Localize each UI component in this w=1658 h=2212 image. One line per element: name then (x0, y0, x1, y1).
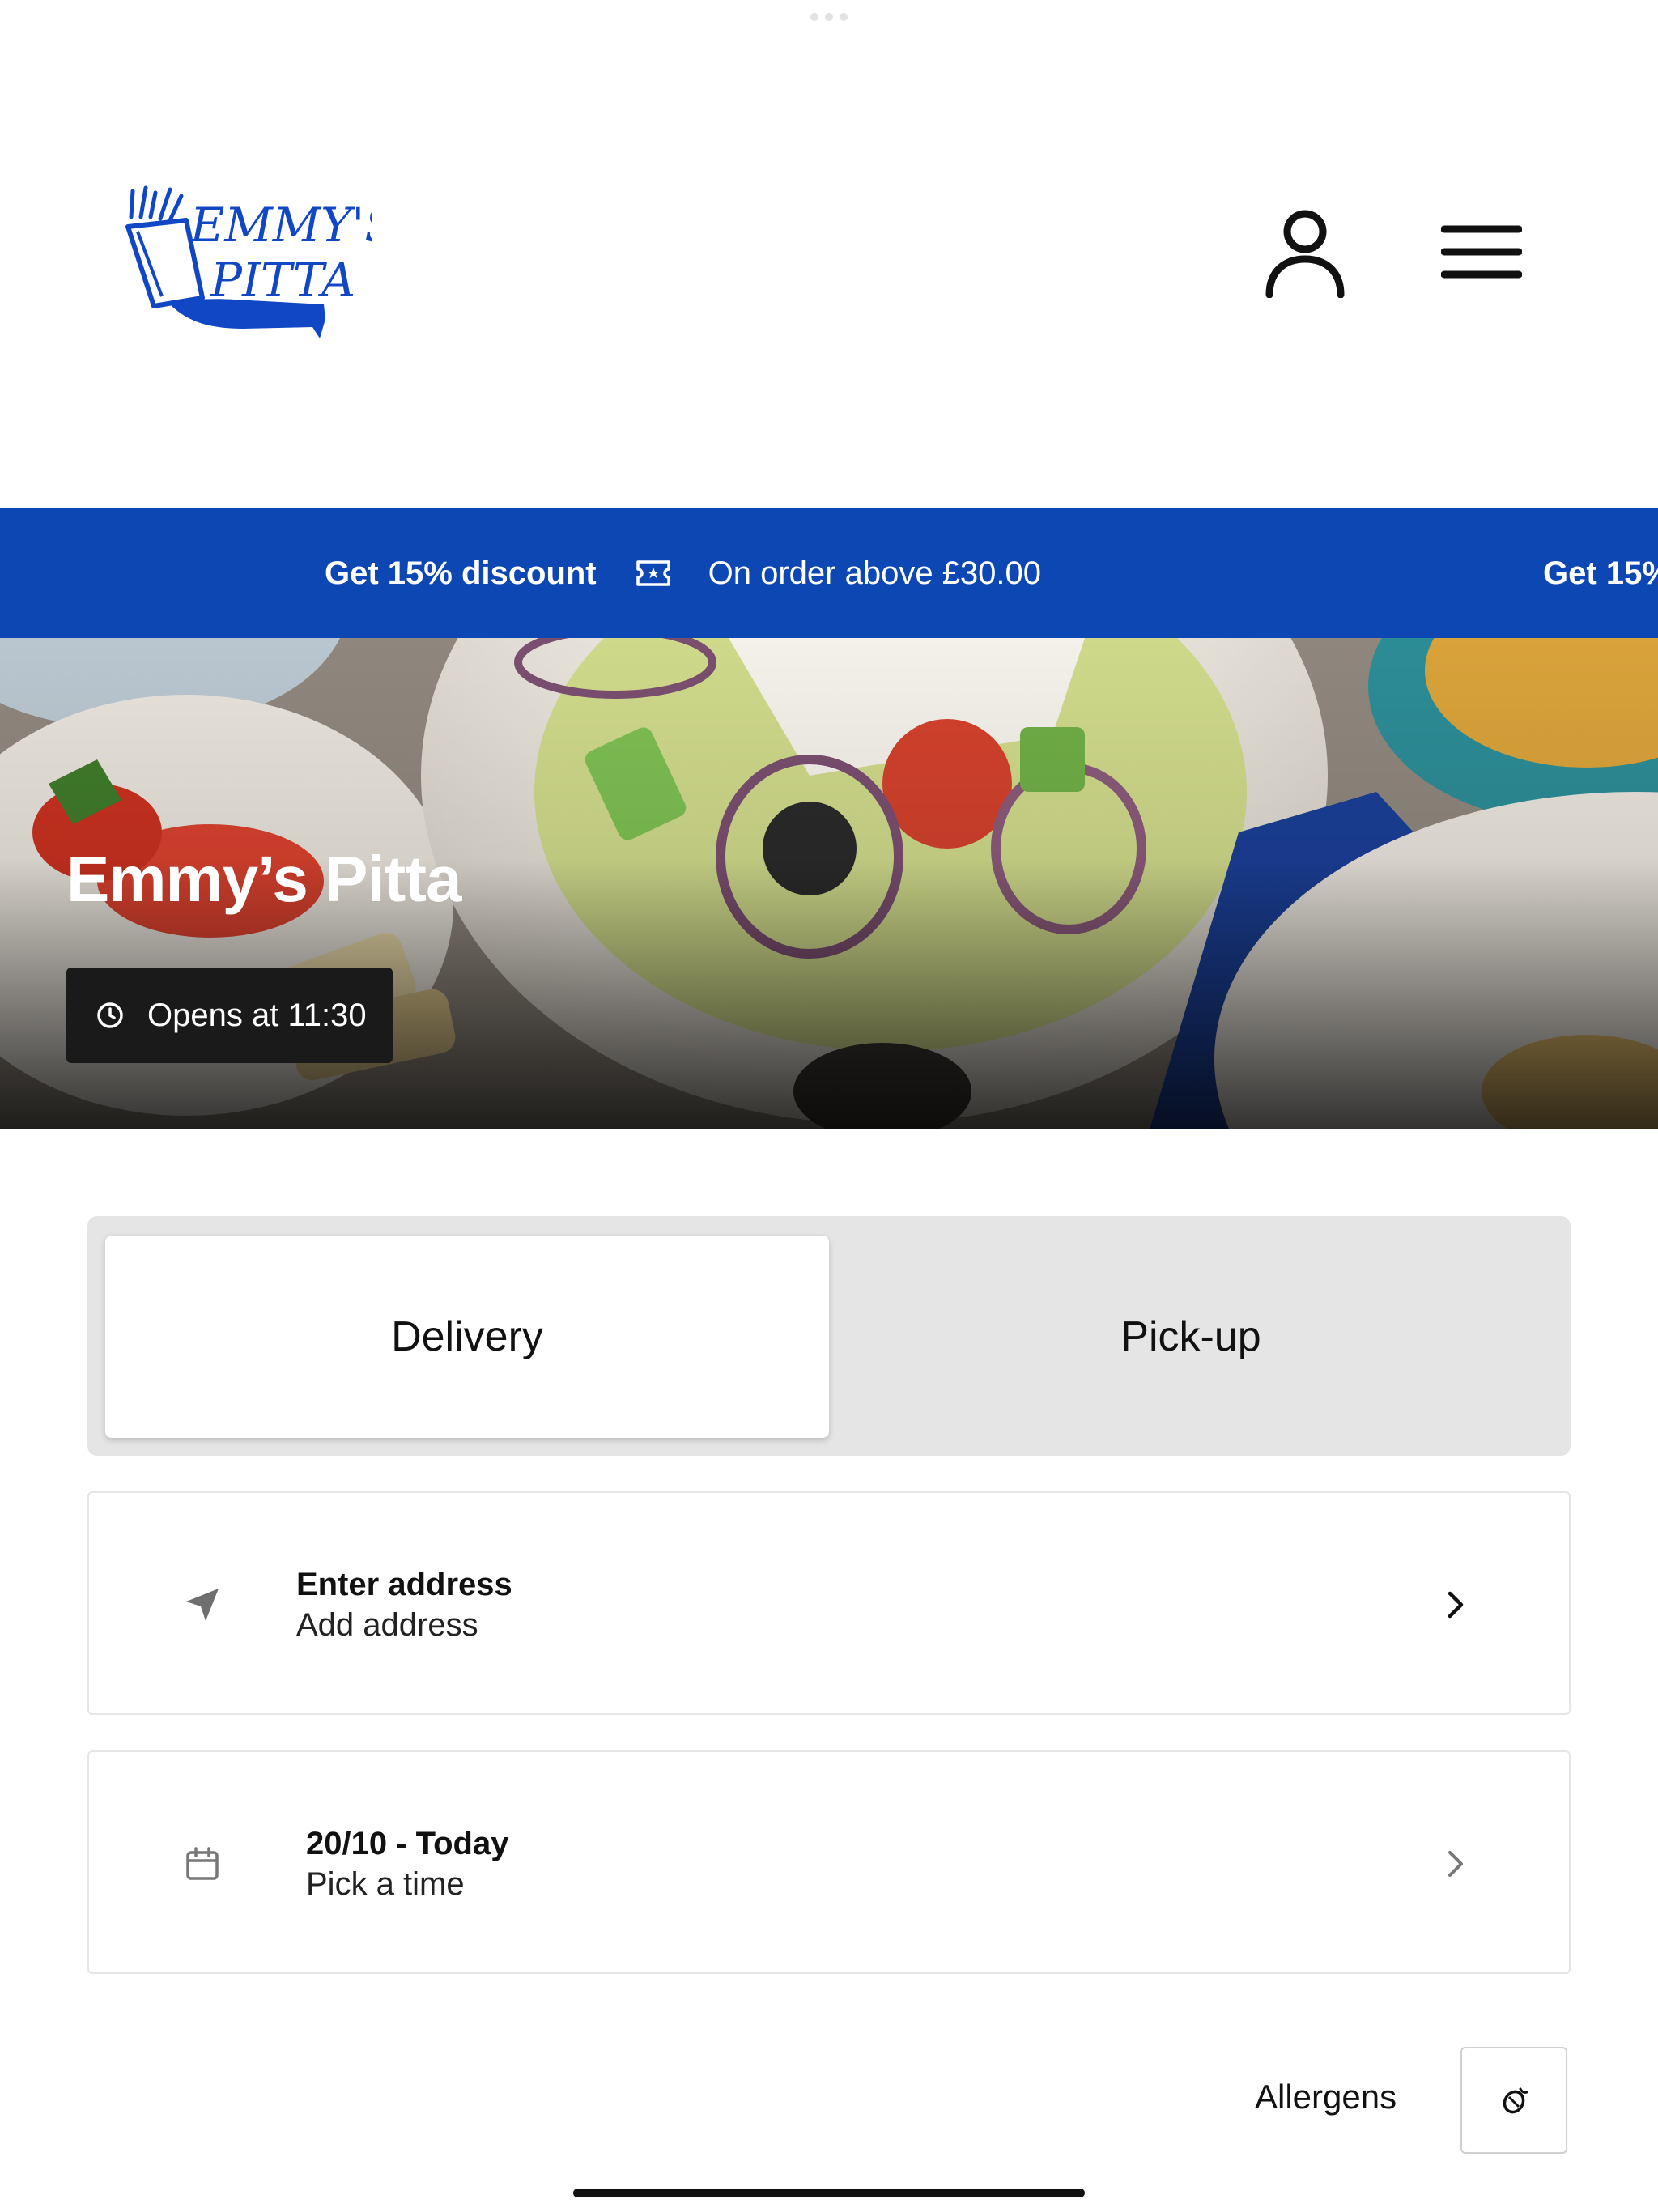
menu-button[interactable] (1435, 212, 1528, 293)
user-icon (1265, 210, 1345, 298)
location-arrow-icon (178, 1580, 227, 1629)
address-title: Enter address (296, 1567, 512, 1602)
promo-banner[interactable]: Get 15% discount On order above £30.00 G… (0, 508, 1658, 638)
hamburger-menu-icon (1441, 225, 1522, 279)
restaurant-name: Emmy’s Pitta (66, 843, 461, 915)
order-type-toggle: Delivery Pick-up (87, 1216, 1571, 1456)
promo-headline: Get 15% discount (325, 555, 597, 591)
home-indicator (573, 2189, 1085, 2197)
logo-text-line2: PITTA (210, 253, 355, 308)
brand-logo[interactable]: EMMY'S PITTA (121, 185, 397, 347)
address-subtitle: Add address (296, 1607, 478, 1643)
opening-hours-badge: Opens at 11:30 (66, 968, 393, 1063)
tab-pickup[interactable]: Pick-up (829, 1236, 1553, 1438)
chevron-right-icon (1433, 1841, 1478, 1887)
allergens-button[interactable] (1460, 2047, 1567, 2154)
opening-hours-text: Opens at 11:30 (147, 997, 367, 1033)
clock-icon (97, 1002, 123, 1028)
ticket-icon (636, 555, 671, 591)
tab-delivery[interactable]: Delivery (105, 1236, 829, 1438)
date-title: 20/10 - Today (306, 1826, 509, 1861)
time-subtitle: Pick a time (306, 1866, 465, 1902)
account-button[interactable] (1256, 204, 1354, 301)
allergens-label[interactable]: Allergens (1255, 2078, 1397, 2116)
calendar-icon (178, 1840, 227, 1888)
address-card[interactable]: Enter address Add address (87, 1491, 1571, 1715)
promo-headline-repeat: Get 15% discount (1543, 555, 1658, 591)
time-card[interactable]: 20/10 - Today Pick a time (87, 1750, 1571, 1974)
chevron-right-icon (1433, 1582, 1478, 1627)
allergen-icon (1503, 2087, 1528, 2114)
sheet-handle (810, 13, 848, 23)
logo-graphic: EMMY'S PITTA (125, 185, 397, 338)
logo-text-line1: EMMY'S (189, 198, 372, 253)
promo-detail: On order above £30.00 (708, 555, 1042, 591)
